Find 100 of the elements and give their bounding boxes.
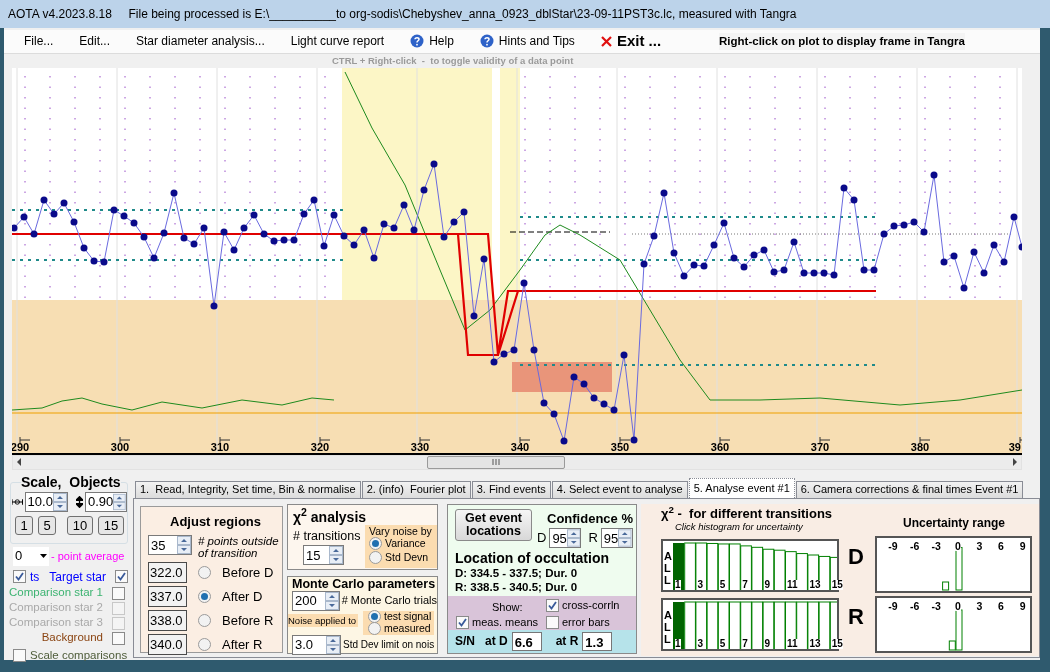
transitions-label: # transitions [293,529,362,542]
menu-item[interactable]: Exit ... [600,30,662,53]
panel-title: Adjust regions [170,512,262,531]
tick-label: -6 [909,540,920,551]
plot-hint: CTRL + Right-click - to toggle validity of a data point [332,53,574,68]
object-label: Target star [49,568,107,586]
axis-tick-label: 350 [610,440,630,453]
spin-box[interactable]: 3.0 [292,634,341,655]
at-r-label: at R [555,633,579,650]
menu-item[interactable]: File... [24,32,54,51]
sn-r-value: 1.3 [582,631,613,651]
histogram-label: R [848,605,864,628]
menu-item[interactable]: Light curve report [290,32,385,51]
d-location: D: 334.5 - 337.5; Dur. 0 [455,566,579,580]
tab[interactable]: 3. Find events [471,480,551,498]
menu-item[interactable]: Hints and Tips [479,32,575,51]
tick-label: 15 [831,638,843,649]
trials-label: # Monte Carlo trials [341,593,437,609]
tick-label: 9 [764,579,771,590]
radio-label: Before R [222,611,274,630]
tick-label: 3 [697,638,703,649]
r-label: R [588,529,598,548]
spin-box[interactable]: 95 [600,528,633,548]
menu-item[interactable]: Help [410,32,454,51]
tick-label: 13 [809,579,821,590]
axis-tick-label: 340 [510,440,530,453]
tick-label: 1 [675,579,681,590]
radio-label: measured [384,621,431,636]
std-limit-label: Std Dev limit on nois [343,638,435,652]
scale-button[interactable]: 10 [67,515,93,535]
radio-label: Variance [385,536,426,551]
histogram-label: D [848,545,864,568]
tick-label: 3 [697,579,703,590]
tick-label: -3 [931,540,941,551]
spin-box[interactable]: 0.90 [85,491,127,512]
menu-item[interactable]: Edit... [79,32,111,51]
axis-tick-label: 300 [110,440,130,453]
axis-tick-label: 39 [1008,440,1021,453]
axis-tick-label: 320 [310,440,330,453]
tick-label: -3 [931,600,941,611]
spin-box[interactable]: 15 [303,545,344,565]
tick-label: 6 [998,600,1004,611]
tab[interactable]: 5. Analyse event #1 [688,477,795,498]
menu-item[interactable]: Star diameter analysis... [136,32,265,51]
axis-tick-label: 330 [410,440,430,453]
spin-box[interactable]: 35 [148,535,192,555]
scale-button[interactable]: 5 [38,515,56,535]
tab[interactable]: 1. Read, Integrity, Set time, Bin & normalise [135,480,361,498]
tick-label: 7 [742,579,748,590]
points-outside-label: # points outside of transition [198,535,280,559]
scale-button[interactable]: 1 [15,515,33,535]
tick-label: 0 [954,540,961,551]
tick-label: 7 [742,638,748,649]
tab[interactable]: 6. Camera corrections & final times Event #1 [795,480,1024,498]
axis-tick-label: 290 [12,440,30,453]
spin-box[interactable]: 10.0 [24,491,68,512]
tick-label: 3 [976,540,983,551]
tab[interactable]: 2. (info) Fourier plot [361,480,471,498]
show-label: Show: [492,599,524,615]
radio-label: After D [222,587,263,606]
sn-d-value: 6.6 [511,631,542,651]
object-label: Comparison star 3 [9,617,103,629]
tick-label: -9 [888,600,898,611]
object-label: Background [41,632,103,644]
tick-label: 15 [831,579,843,590]
radio-label: After R [222,635,263,654]
all-label: ALL [664,549,673,586]
noise-applied-label: Noise applied to [288,613,359,627]
at-d-label: at D [485,633,508,650]
tick-label: 5 [719,638,726,649]
location-title: Location of occultation [455,550,610,566]
spin-box[interactable]: 95 [549,528,582,548]
radio-label: Std Devn [385,549,429,565]
point-average-label: - point average [51,548,125,564]
axis-tick-label: 380 [910,440,930,453]
radio-label: Before D [222,563,274,582]
region-value: 340.0 [148,634,187,655]
tab[interactable]: 4. Select event to analyse [551,480,688,498]
axis-tick-label: 310 [210,440,230,453]
tick-label: 5 [719,579,726,590]
average-dropdown[interactable]: 0 [13,546,49,566]
r-location: R: 338.5 - 340.5; Dur. 0 [455,580,579,594]
radio-label: test signal [384,608,432,624]
spin-box[interactable]: 200 [292,590,340,611]
tick-label: 11 [787,579,798,590]
group-label: Vary noise by [369,524,433,537]
tick-label: 9 [1019,600,1026,611]
tick-label: 9 [764,638,771,649]
panel-title: Monte Carlo parameters [291,576,437,591]
scale-button[interactable]: 15 [98,515,124,535]
tick-label: -9 [888,540,898,551]
scale-comparisons-label: Scale comparisons [30,647,128,663]
region-value: 337.0 [148,586,187,607]
sn-label: S/N [455,633,475,650]
object-label: Comparison star 2 [9,602,103,614]
all-label: ALL [664,608,673,645]
tick-label: 3 [976,600,983,611]
get-locations-button[interactable]: Get event locations [455,508,532,541]
group-title: Scale, Objects [21,474,121,489]
tick-label: 11 [787,638,798,649]
